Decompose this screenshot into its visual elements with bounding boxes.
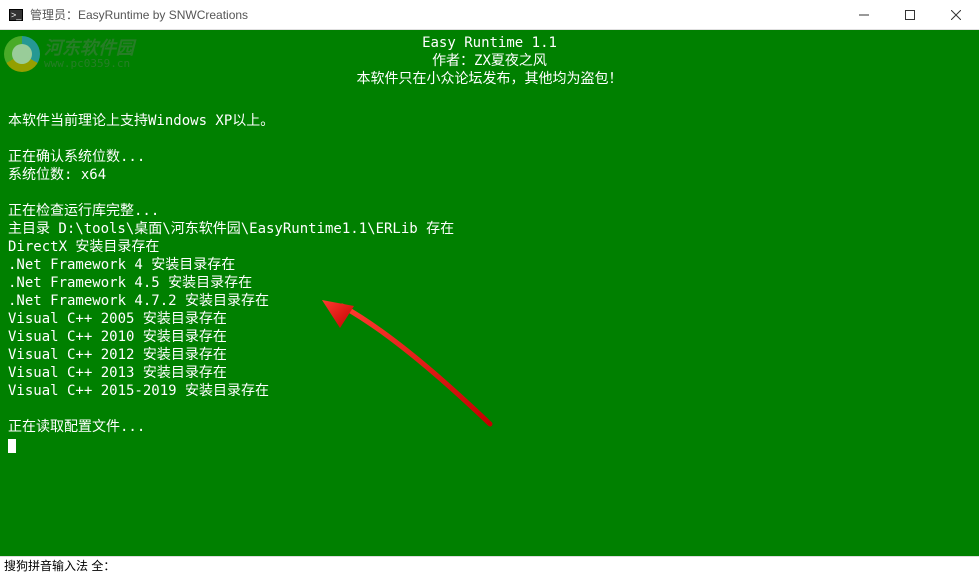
- console-line: 正在读取配置文件...: [8, 418, 971, 436]
- minimize-button[interactable]: —: [841, 0, 887, 30]
- app-icon: >_: [8, 7, 24, 23]
- console-line: Visual C++ 2015-2019 安装目录存在: [8, 382, 971, 400]
- ime-status-text: 搜狗拼音输入法 全：: [4, 557, 115, 574]
- console-line: Visual C++ 2005 安装目录存在: [8, 310, 971, 328]
- console-line: 正在确认系统位数...: [8, 148, 971, 166]
- console-line: Visual C++ 2010 安装目录存在: [8, 328, 971, 346]
- console-line: 正在检查运行库完整...: [8, 202, 971, 220]
- console-body: 本软件当前理论上支持Windows XP以上。 正在确认系统位数...系统位数:…: [8, 94, 971, 436]
- console-line: .Net Framework 4 安装目录存在: [8, 256, 971, 274]
- svg-text:>_: >_: [11, 10, 22, 20]
- console-line: [8, 130, 971, 148]
- console-header: Easy Runtime 1.1 作者：ZX夏夜之风 本软件只在小众论坛发布，其…: [8, 34, 971, 88]
- window-title: 管理员：EasyRuntime by SNWCreations: [30, 6, 841, 23]
- console-line: Visual C++ 2013 安装目录存在: [8, 364, 971, 382]
- console-line: Visual C++ 2012 安装目录存在: [8, 346, 971, 364]
- console-line: DirectX 安装目录存在: [8, 238, 971, 256]
- text-cursor: [8, 439, 16, 453]
- ime-status-bar[interactable]: 搜狗拼音输入法 全：: [0, 556, 979, 574]
- console-output[interactable]: 河东软件园 www.pc0359.cn Easy Runtime 1.1 作者：…: [0, 30, 979, 556]
- console-line: .Net Framework 4.5 安装目录存在: [8, 274, 971, 292]
- console-line: 本软件当前理论上支持Windows XP以上。: [8, 112, 971, 130]
- terminal-window: >_ 管理员：EasyRuntime by SNWCreations — ☐ ✕…: [0, 0, 979, 574]
- console-line: [8, 184, 971, 202]
- close-button[interactable]: ✕: [933, 0, 979, 30]
- console-line: 本软件只在小众论坛发布，其他均为盗包！: [8, 70, 971, 88]
- maximize-button[interactable]: ☐: [887, 0, 933, 30]
- console-line: 系统位数: x64: [8, 166, 971, 184]
- window-controls: — ☐ ✕: [841, 0, 979, 29]
- console-line: 主目录 D:\tools\桌面\河东软件园\EasyRuntime1.1\ERL…: [8, 220, 971, 238]
- console-line: Easy Runtime 1.1: [8, 34, 971, 52]
- console-line: [8, 94, 971, 112]
- titlebar[interactable]: >_ 管理员：EasyRuntime by SNWCreations — ☐ ✕: [0, 0, 979, 30]
- console-line: 作者：ZX夏夜之风: [8, 52, 971, 70]
- console-line: .Net Framework 4.7.2 安装目录存在: [8, 292, 971, 310]
- console-line: [8, 400, 971, 418]
